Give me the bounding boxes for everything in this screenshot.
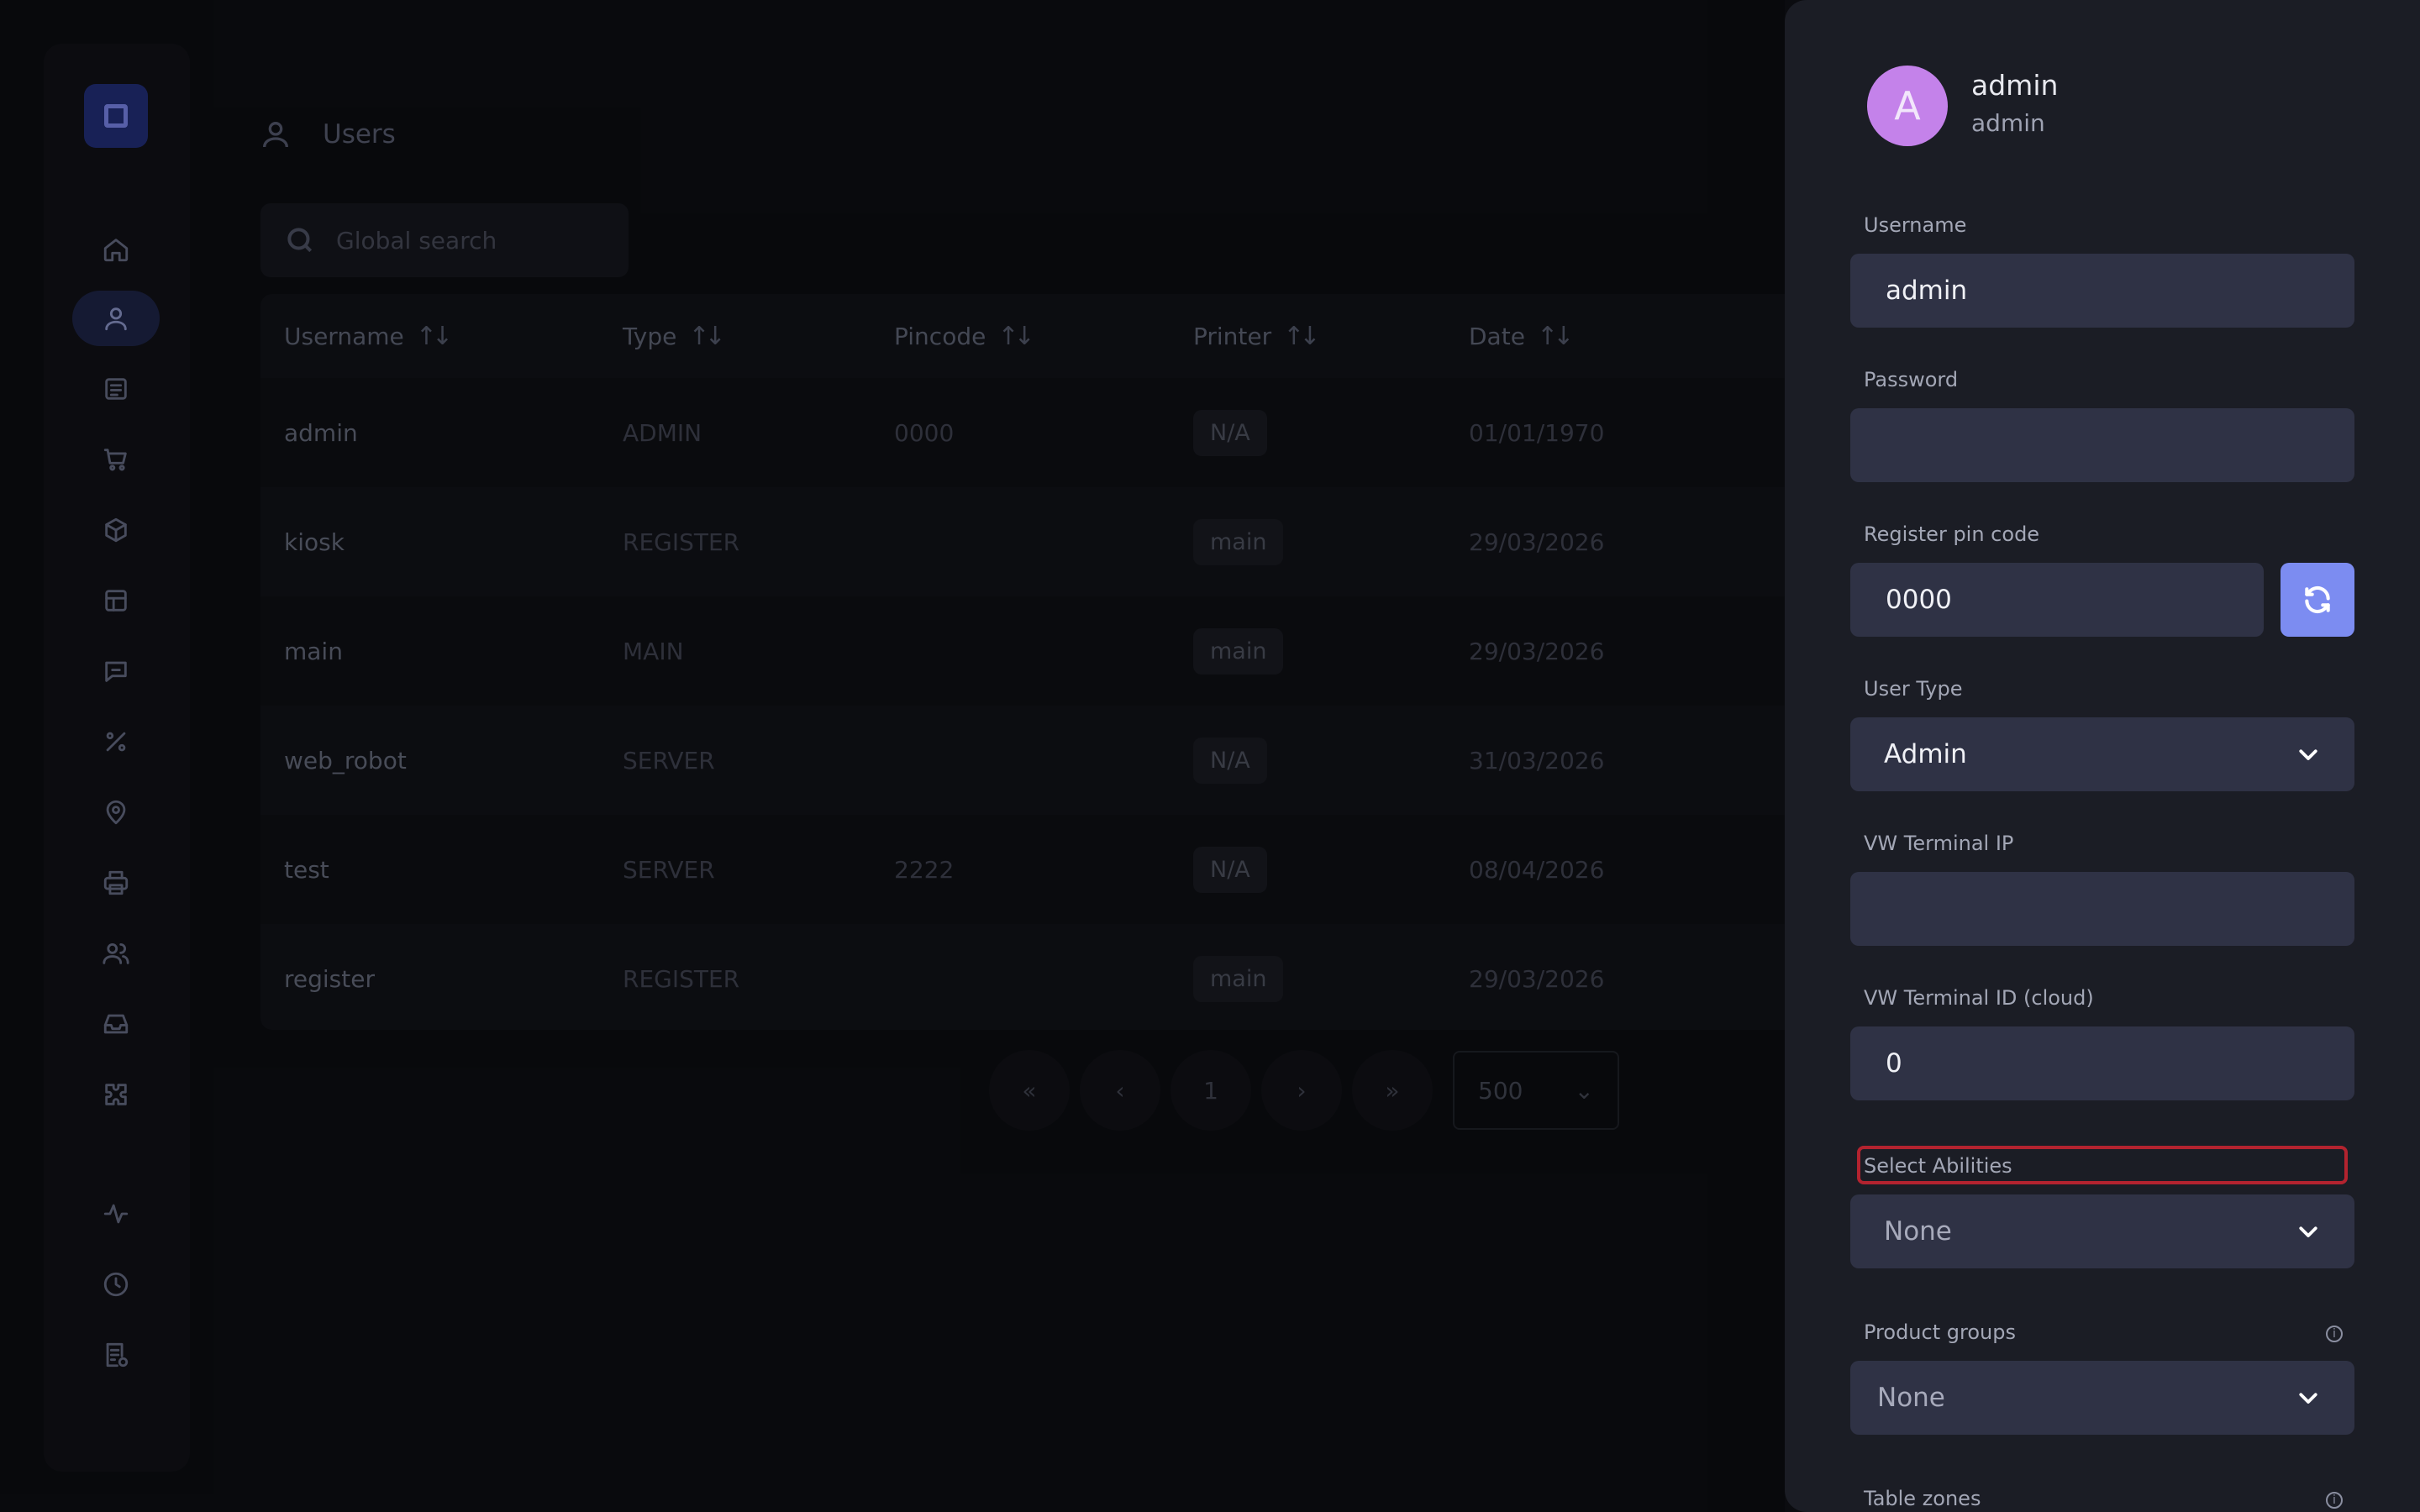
user-type-label: User Type: [1864, 677, 1963, 701]
pin-code-input[interactable]: [1884, 584, 2230, 616]
username-input[interactable]: [1884, 275, 2321, 307]
terminal-id-field[interactable]: [1850, 1026, 2354, 1100]
app: Users Username↑↓ Type↑↓ Pincode↑↓ Printe…: [0, 0, 2420, 1512]
username-label: Username: [1864, 213, 1967, 237]
terminal-ip-input[interactable]: [1884, 893, 2321, 925]
abilities-select[interactable]: None: [1850, 1194, 2354, 1268]
info-icon[interactable]: i: [2326, 1326, 2343, 1342]
chevron-down-icon: [2299, 749, 2317, 760]
drawer-user-subtitle: admin: [1971, 109, 2045, 137]
avatar: A: [1867, 66, 1948, 146]
product-groups-label: Product groups: [1864, 1320, 2016, 1344]
info-icon[interactable]: i: [2326, 1492, 2343, 1509]
abilities-value: None: [1884, 1216, 1952, 1247]
user-type-value: Admin: [1884, 739, 1967, 769]
terminal-ip-label: VW Terminal IP: [1864, 832, 2014, 855]
refresh-icon: [2305, 585, 2330, 614]
terminal-id-input[interactable]: [1884, 1047, 2321, 1079]
username-field[interactable]: [1850, 254, 2354, 328]
terminal-id-label: VW Terminal ID (cloud): [1864, 986, 2094, 1010]
product-groups-select[interactable]: None: [1850, 1361, 2354, 1435]
table-zones-label: Table zones: [1864, 1487, 1981, 1510]
user-type-select[interactable]: Admin: [1850, 717, 2354, 791]
pin-code-label: Register pin code: [1864, 522, 2040, 546]
regenerate-pin-button[interactable]: [2281, 563, 2354, 637]
password-label: Password: [1864, 368, 1959, 391]
chevron-down-icon: [2299, 1393, 2317, 1404]
modal-backdrop[interactable]: [0, 0, 1785, 1512]
password-input[interactable]: [1884, 429, 2321, 461]
product-groups-value: None: [1877, 1383, 1945, 1413]
user-edit-drawer: A admin admin Username Password Register…: [1785, 0, 2420, 1512]
terminal-ip-field[interactable]: [1850, 872, 2354, 946]
pin-code-field[interactable]: [1850, 563, 2264, 637]
password-field[interactable]: [1850, 408, 2354, 482]
drawer-user-name: admin: [1971, 69, 2059, 102]
abilities-label: Select Abilities: [1864, 1154, 2012, 1178]
chevron-down-icon: [2299, 1226, 2317, 1237]
